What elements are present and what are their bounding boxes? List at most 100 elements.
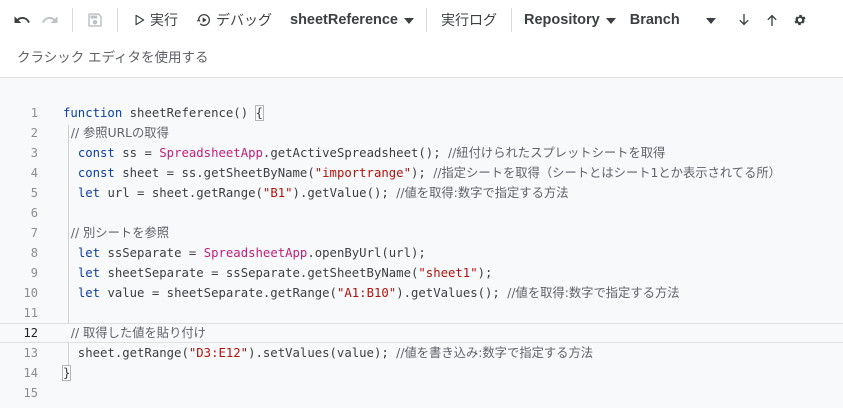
code-keyword: let [77, 246, 108, 260]
line-number: 15 [23, 386, 38, 400]
code-string: "B1" [262, 186, 293, 200]
code-line[interactable]: 5 let url = sheet.getRange("B1").getValu… [0, 183, 843, 203]
code-text: function sheetReference() { [63, 103, 264, 123]
chevron-down-icon [404, 18, 414, 24]
branch-select[interactable]: Branch [626, 6, 720, 34]
line-number: 11 [23, 306, 38, 320]
code-text: const ss = SpreadsheetApp.getActiveSprea… [63, 143, 666, 163]
code-text: sheet.getRange("D3:E12").setValues(value… [63, 343, 593, 363]
line-number: 14 [23, 366, 38, 380]
code-token: SpreadsheetApp [159, 146, 263, 160]
line-number: 6 [30, 206, 38, 220]
code-text: let ssSeparate = SpreadsheetApp.openByUr… [63, 243, 426, 263]
chevron-down-icon [605, 18, 616, 24]
code-line[interactable]: 8 let ssSeparate = SpreadsheetApp.openBy… [0, 243, 843, 263]
save-icon[interactable] [81, 6, 109, 34]
code-text: let value = sheetSeparate.getRange("A1:B… [63, 283, 680, 303]
code-string: "sheet1" [418, 266, 478, 280]
line-number: 13 [23, 346, 38, 360]
pull-icon[interactable] [730, 6, 758, 34]
gear-icon[interactable] [786, 6, 814, 34]
code-string: "A1:B10" [336, 286, 397, 300]
execution-log-button[interactable]: 実行ログ [435, 6, 503, 34]
debug-button[interactable]: デバッグ [190, 6, 278, 34]
line-number: 2 [30, 126, 38, 140]
repository-select[interactable]: Repository [520, 6, 620, 34]
code-line[interactable]: 7 // 別シートを参照 [0, 223, 843, 243]
code-comment: //紐付けられたスプレットシートを取得 [448, 146, 666, 160]
code-line[interactable]: 10 let value = sheetSeparate.getRange("A… [0, 283, 843, 303]
toolbar-divider [426, 8, 427, 32]
code-keyword: const [77, 146, 123, 160]
chevron-down-icon [705, 18, 716, 24]
run-label: 実行 [150, 12, 178, 28]
line-number: 4 [30, 166, 38, 180]
code-text: } [61, 363, 72, 383]
code-line[interactable]: 14} [0, 363, 843, 383]
code-token: ); [410, 166, 434, 180]
code-token: ).getValue(); [292, 186, 397, 200]
classic-editor-link[interactable]: クラシック エディタを使用する [17, 48, 209, 68]
toolbar-divider [117, 8, 118, 32]
code-comment: // 別シートを参照 [63, 226, 170, 240]
branch-select-value: Branch [629, 12, 680, 28]
code-line[interactable]: 2 // 参照URLの取得 [0, 123, 843, 143]
repository-select-value: Repository [524, 12, 600, 28]
line-number: 9 [30, 266, 38, 280]
line-number: 1 [30, 106, 38, 120]
code-token: .openByUrl(url); [307, 246, 426, 260]
editor-toolbar: 実行 デバッグ sheetReference 実行ログ Repository B… [0, 0, 843, 40]
code-line[interactable]: 1 function sheetReference() { [0, 103, 843, 123]
code-line[interactable]: 3 const ss = SpreadsheetApp.getActiveSpr… [0, 143, 843, 163]
code-text: // 参照URLの取得 [63, 123, 169, 143]
code-token: ); [477, 266, 493, 280]
code-token: .getActiveSpreadsheet(); [262, 146, 449, 160]
code-token: sheetSeparate = ssSeparate.getSheetByNam… [107, 266, 419, 280]
code-editor[interactable]: 1 function sheetReference() {2 // 参照URLの取… [0, 78, 843, 408]
undo-icon[interactable] [8, 6, 36, 34]
code-keyword: let [77, 186, 108, 200]
redo-icon[interactable] [36, 6, 64, 34]
code-text: // 取得した値を貼り付け [63, 324, 206, 342]
code-line[interactable]: 6 [0, 203, 843, 223]
line-number: 12 [23, 326, 38, 340]
line-number: 3 [30, 146, 38, 160]
code-token: ssSeparate = [107, 246, 204, 260]
code-line[interactable]: 13 sheet.getRange("D3:E12").setValues(va… [0, 343, 843, 363]
code-text: // 別シートを参照 [63, 223, 169, 243]
code-line[interactable]: 4 const sheet = ss.getSheetByName("impor… [0, 163, 843, 183]
line-number: 7 [30, 226, 38, 240]
code-token: { [254, 105, 264, 121]
code-line[interactable]: 12 // 取得した値を貼り付け [0, 323, 843, 343]
code-line[interactable]: 9 let sheetSeparate = ssSeparate.getShee… [0, 263, 843, 283]
code-token: sheet = ss.getSheetByName( [122, 166, 315, 180]
code-keyword: let [77, 266, 108, 280]
code-token: ss = [122, 146, 160, 160]
code-token: value = sheetSeparate.getRange( [107, 286, 337, 300]
play-icon [135, 14, 145, 26]
code-comment: //指定シートを取得（シートとはシート1とか表示されてる所） [433, 166, 781, 180]
code-line[interactable]: 15 [0, 383, 843, 403]
toolbar-divider [72, 8, 73, 32]
code-keyword: let [77, 286, 108, 300]
code-keyword: function [63, 106, 130, 120]
code-text: let sheetSeparate = ssSeparate.getSheetB… [63, 263, 493, 283]
code-line[interactable]: 11 [0, 303, 843, 323]
line-number: 10 [23, 286, 38, 300]
code-string: "importrange" [314, 166, 411, 180]
code-text: const sheet = ss.getSheetByName("importr… [63, 163, 781, 183]
push-icon[interactable] [758, 6, 786, 34]
line-number: 8 [30, 246, 38, 260]
debug-icon [196, 14, 210, 26]
code-token: } [61, 365, 72, 381]
code-token: SpreadsheetApp [203, 246, 308, 260]
code-token: sheetReference() [129, 106, 256, 120]
function-select[interactable]: sheetReference [286, 6, 418, 34]
run-button[interactable]: 実行 [126, 6, 184, 34]
